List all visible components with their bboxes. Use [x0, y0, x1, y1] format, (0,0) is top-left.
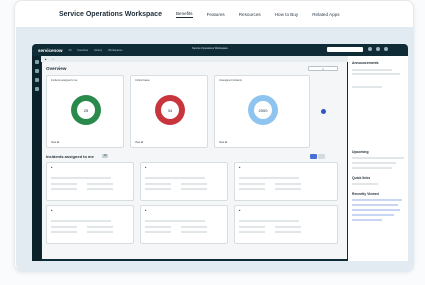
menu-history[interactable]: History [94, 49, 102, 52]
overview-title: Overview [46, 66, 67, 71]
announcement-line [352, 86, 382, 88]
app-screenshot: servicenow All Favorites History Workspa… [32, 44, 408, 261]
header-icons [368, 47, 388, 51]
donut-value: 25 [77, 101, 95, 119]
tile-title: Critical Cases [135, 79, 150, 82]
menu-workspaces[interactable]: Workspaces [108, 49, 122, 52]
nav-related-apps[interactable]: Related Apps [312, 12, 339, 17]
tile-critical-cases[interactable]: Critical Cases 34 View all [130, 75, 208, 148]
incident-card[interactable]: ■ [234, 162, 338, 201]
recent-link[interactable] [352, 204, 398, 206]
incident-card[interactable]: ■ [46, 162, 134, 201]
incident-card[interactable]: ■ [140, 205, 228, 244]
search-input[interactable] [327, 47, 363, 52]
page: { "site": { "brand": "Service Operations… [0, 0, 425, 285]
inbox-icon[interactable] [34, 78, 39, 82]
tile-title: Incidents assigned to me [51, 79, 78, 82]
tab-list[interactable]: □ [52, 58, 53, 61]
quick-link-line [352, 183, 378, 185]
main-content: Overview ▾ Incidents assigned to me 25 V… [42, 62, 347, 259]
chart-icon[interactable] [34, 87, 39, 91]
menu-all[interactable]: All [69, 49, 72, 52]
top-navigation: Service Operations Workspace Benefits Fe… [15, 1, 413, 27]
servicenow-logo: servicenow [38, 47, 63, 53]
incident-card[interactable]: ■ [46, 205, 134, 244]
donut-value: 34 [161, 101, 179, 119]
incident-card[interactable]: ■ [234, 205, 338, 244]
view-all-link[interactable]: View all [51, 141, 59, 144]
recently-viewed-title: Recently Viewed [352, 192, 379, 196]
upcoming-line [352, 162, 396, 164]
tile-unassigned[interactable]: Unassigned Incidents 2000 View all [214, 75, 310, 148]
notification-icon[interactable] [376, 47, 380, 51]
nav-benefits[interactable]: Benefits [175, 11, 193, 18]
carousel-next-icon[interactable] [321, 109, 326, 114]
upcoming-line [352, 167, 392, 169]
donut-value: 2000 [254, 101, 272, 119]
upcoming-title: Upcoming [352, 150, 369, 154]
incident-card[interactable]: ■ [140, 162, 228, 201]
tile-incidents-assigned[interactable]: Incidents assigned to me 25 View all [46, 75, 124, 148]
nav-how-to-buy[interactable]: How to Buy [275, 12, 299, 17]
recent-link[interactable] [352, 209, 400, 211]
avatar[interactable] [384, 47, 388, 51]
announcements-title: Announcements [352, 61, 379, 65]
donut-chart: 25 [71, 95, 101, 125]
right-panel: Announcements Upcoming Quick links Recen… [348, 56, 408, 261]
brand-title[interactable]: Service Operations Workspace [59, 11, 162, 18]
list-icon[interactable] [34, 69, 39, 73]
view-toggle [310, 154, 325, 159]
tile-title: Unassigned Incidents [219, 79, 242, 82]
recent-link[interactable] [352, 214, 394, 216]
count-badge: 10 [102, 154, 108, 158]
upcoming-line [352, 157, 404, 159]
list-view-icon[interactable] [318, 154, 325, 159]
grid-view-icon[interactable] [310, 154, 317, 159]
tab-home[interactable]: ■ [45, 58, 46, 61]
nav-resources[interactable]: Resources [239, 12, 261, 17]
view-all-link[interactable]: View all [135, 141, 143, 144]
home-icon[interactable] [34, 60, 39, 64]
workspace-title: Service Operations Workspace [192, 47, 228, 50]
menu-favorites[interactable]: Favorites [77, 49, 88, 52]
quick-links-title: Quick links [352, 176, 371, 180]
nav-features[interactable]: Features [207, 12, 225, 17]
overview-filter-button[interactable]: ▾ [308, 66, 338, 71]
recent-link[interactable] [352, 219, 382, 221]
donut-chart: 2000 [248, 95, 278, 125]
announcement-line [352, 69, 392, 71]
help-icon[interactable] [368, 47, 372, 51]
incidents-section-title: Incidents assigned to me [46, 154, 94, 159]
sidebar [32, 56, 41, 261]
announcement-line [352, 73, 400, 75]
view-all-link[interactable]: View all [219, 141, 227, 144]
recent-link[interactable] [352, 199, 402, 201]
donut-chart: 34 [155, 95, 185, 125]
